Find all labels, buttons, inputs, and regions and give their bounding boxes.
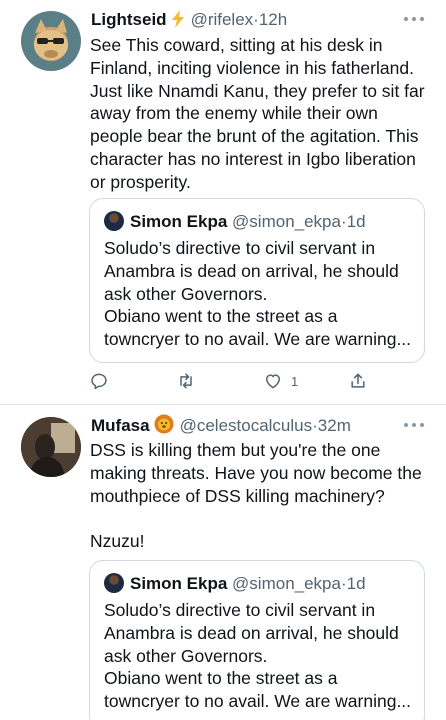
tweet-text-line: Finland, inciting violence in his father… [90, 57, 414, 78]
quoted-text-line: ask other Governors. [104, 283, 268, 304]
quoted-user-handle: @simon_ekpa [232, 574, 341, 593]
quoted-text-line: Obiano went to the street as a [104, 668, 338, 689]
display-name[interactable]: Lightseid [91, 10, 167, 29]
more-options-icon[interactable] [404, 420, 424, 430]
quoted-text-line: Soludo’s directive to civil servant in [104, 600, 376, 620]
quoted-text-line: Anambra is dead on arrival, he should [104, 260, 399, 281]
reply-button[interactable] [89, 370, 109, 392]
retweet-button[interactable] [176, 370, 196, 392]
quoted-user-handle: @simon_ekpa [232, 212, 341, 231]
tweet-text-line: Nzuzu! [90, 531, 145, 552]
tweet-text: See This coward, sitting at his desk in … [90, 34, 430, 194]
more-options-icon[interactable] [404, 14, 424, 24]
tweet-header: Lightseid @rifelex·12h [91, 8, 287, 32]
user-handle[interactable]: @celestocalculus [180, 416, 313, 435]
quoted-avatar [104, 211, 124, 231]
tweet-text-line: mouthpiece of DSS killing machinery? [90, 485, 385, 506]
quoted-display-name: Simon Ekpa [130, 574, 228, 593]
lion-icon [154, 414, 174, 441]
user-handle[interactable]: @rifelex [191, 10, 254, 29]
quoted-tweet[interactable]: Simon Ekpa @simon_ekpa·1d Soludo’s direc… [89, 198, 425, 363]
quoted-text-line: Soludo’s directive to civil servant in [104, 238, 376, 258]
tweet-text-line: character has no interest in Igbo libera… [90, 148, 416, 169]
retweet-icon [180, 373, 192, 389]
tweet-actions: 1 [89, 370, 379, 392]
tweet-header: Mufasa @celestocalculus·32m [91, 414, 351, 438]
quoted-tweet-text: Soludo’s directive to civil servant in A… [104, 237, 414, 351]
quoted-text-line: towncryer to no avail. We are warning... [104, 691, 412, 712]
avatar-image [21, 417, 81, 477]
timestamp[interactable]: 12h [259, 10, 287, 29]
quoted-avatar [104, 573, 124, 593]
quoted-text-line: Anambra is dead on arrival, he should [104, 622, 399, 643]
tweet-text-line: Just like Nnamdi Kanu, they prefer to si… [90, 80, 425, 101]
heart-icon [266, 374, 280, 389]
reply-icon [91, 373, 107, 390]
quoted-timestamp: 1d [346, 574, 366, 593]
tweet-text-line: away from the enemy while their own [90, 103, 378, 124]
quoted-text-line: ask other Governors. [104, 645, 268, 666]
share-button[interactable] [348, 370, 368, 392]
timestamp[interactable]: 32m [318, 416, 351, 435]
tweet-text-line: DSS is killing them but you're the one [90, 440, 381, 460]
quoted-tweet-header: Simon Ekpa @simon_ekpa·1d [104, 210, 366, 234]
tweet-text-line: people bear the brunt of the agitation. … [90, 126, 419, 147]
like-count: 1 [291, 373, 299, 389]
quoted-timestamp: 1d [346, 212, 366, 231]
like-button[interactable]: 1 [263, 370, 298, 392]
tweet-text-line: making threats. Have you now become the [90, 462, 422, 483]
avatar[interactable] [21, 417, 81, 477]
quoted-display-name: Simon Ekpa [130, 212, 228, 231]
quoted-text-line: Obiano went to the street as a [104, 306, 338, 327]
tweet-text-line: or prosperity. [90, 171, 191, 192]
lightning-icon [171, 10, 185, 35]
avatar-image [34, 19, 68, 60]
tweet-text-line: See This coward, sitting at his desk in [90, 35, 383, 55]
quoted-tweet-header: Simon Ekpa @simon_ekpa·1d [104, 572, 366, 596]
display-name[interactable]: Mufasa [91, 416, 150, 435]
quoted-tweet-text: Soludo’s directive to civil servant in A… [104, 599, 414, 713]
share-icon [351, 373, 365, 388]
avatar[interactable] [21, 11, 81, 71]
tweet[interactable]: Lightseid @rifelex·12h See This coward, s… [0, 0, 446, 404]
quoted-tweet[interactable]: Simon Ekpa @simon_ekpa·1d Soludo’s direc… [89, 560, 425, 720]
tweet-text: DSS is killing them but you're the one m… [90, 439, 430, 553]
quoted-text-line: towncryer to no avail. We are warning... [104, 329, 412, 350]
